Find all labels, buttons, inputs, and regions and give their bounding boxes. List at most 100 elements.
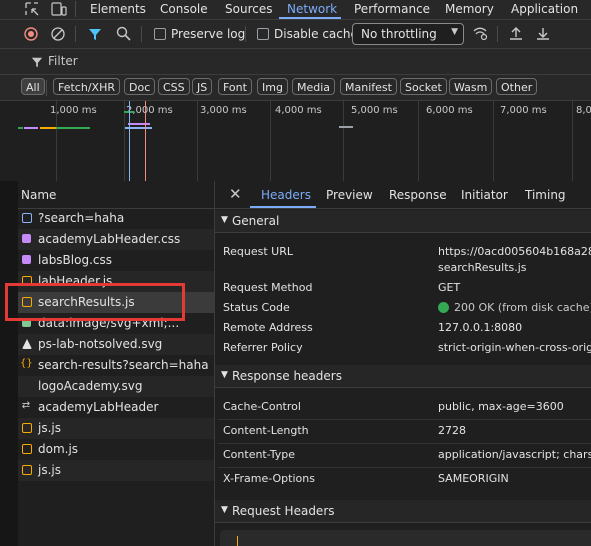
name-column-header[interactable]: Name — [18, 181, 214, 209]
request-headers-section-header[interactable]: ▼ Request Headers — [215, 500, 591, 523]
device-toolbar-icon[interactable] — [51, 2, 67, 16]
tick-label: 1,000 ms — [50, 105, 97, 116]
record-stop-icon[interactable] — [24, 27, 38, 41]
script-icon — [22, 465, 32, 475]
devtools-tab-bar: Elements Console Sources Network Perform… — [0, 0, 591, 20]
header-key: Content-Type — [223, 448, 295, 461]
chip-media[interactable]: Media — [292, 78, 336, 95]
chip-manifest[interactable]: Manifest — [340, 78, 397, 95]
chip-doc[interactable]: Doc — [124, 78, 156, 95]
inspect-element-icon[interactable] — [25, 2, 39, 16]
preserve-log-label[interactable]: Preserve log — [171, 27, 245, 41]
throttling-select[interactable]: No throttling ▼ — [352, 23, 464, 45]
disable-cache-checkbox[interactable] — [257, 28, 269, 40]
collapse-triangle-icon: ▼ — [221, 370, 228, 380]
tick-label: 4,000 ms — [275, 105, 322, 116]
waterfall-bar — [40, 127, 56, 129]
response-headers-section-header[interactable]: ▼ Response headers — [215, 365, 591, 388]
tab-sources[interactable]: Sources — [225, 2, 272, 16]
request-row[interactable]: ps-lab-notsolved.svg — [18, 334, 214, 355]
waterfall-bar — [18, 127, 23, 129]
general-section-header[interactable]: ▼ General — [215, 210, 591, 233]
network-conditions-icon[interactable] — [472, 26, 488, 41]
active-tab-indicator — [279, 17, 341, 19]
dom-content-loaded-line — [129, 101, 130, 181]
tab-memory[interactable]: Memory — [445, 2, 494, 16]
chip-img[interactable]: Img — [257, 78, 288, 95]
tick-label: 6,000 ms — [426, 105, 473, 116]
request-row[interactable]: js.js — [18, 460, 214, 481]
tab-elements[interactable]: Elements — [90, 2, 146, 16]
header-key: Remote Address — [223, 321, 313, 334]
export-har-icon[interactable] — [536, 26, 550, 41]
request-row[interactable]: labsBlog.css — [18, 250, 214, 271]
status-code-value: 200 OK (from disk cache) — [454, 301, 591, 314]
chip-all[interactable]: All — [21, 78, 45, 95]
header-value: 2728 — [438, 424, 466, 437]
import-har-icon[interactable] — [509, 26, 523, 41]
status-ok-icon — [438, 302, 449, 313]
section-title: Response headers — [232, 369, 342, 383]
tab-network[interactable]: Network — [287, 2, 337, 16]
stylesheet-icon — [22, 234, 31, 243]
tab-headers[interactable]: Headers — [261, 188, 311, 202]
clear-icon[interactable] — [51, 27, 65, 41]
filter-funnel-icon — [31, 57, 43, 68]
chip-socket[interactable]: Socket — [400, 78, 447, 95]
request-row[interactable]: ?search=haha — [18, 208, 214, 229]
resource-type-filters: All Fetch/XHR Doc CSS JS Font Img Media … — [0, 75, 591, 101]
filter-bar: Filter — [0, 49, 591, 75]
chip-font[interactable]: Font — [218, 78, 252, 95]
websocket-icon: ⇄ — [21, 400, 31, 411]
tab-performance[interactable]: Performance — [354, 2, 430, 16]
chip-other[interactable]: Other — [496, 78, 538, 95]
xhr-icon: {} — [20, 358, 33, 369]
chevron-down-icon: ▼ — [451, 27, 458, 37]
filter-icon[interactable] — [88, 27, 102, 41]
tab-application[interactable]: Application — [511, 2, 578, 16]
header-value: strict-origin-when-cross-orig — [438, 341, 591, 354]
annotation-highlight-box — [5, 283, 185, 321]
header-value: GET — [438, 281, 461, 294]
search-icon[interactable] — [116, 26, 131, 41]
request-row[interactable]: dom.js — [18, 439, 214, 460]
chip-css[interactable]: CSS — [158, 78, 190, 95]
disable-cache-label[interactable]: Disable cache — [274, 27, 358, 41]
tab-initiator[interactable]: Initiator — [461, 188, 508, 202]
name-header-label: Name — [21, 188, 57, 202]
request-row[interactable]: academyLabHeader.css — [18, 229, 214, 250]
header-key: X-Frame-Options — [223, 472, 315, 485]
request-row[interactable]: js.js — [18, 418, 214, 439]
request-headers-content — [220, 530, 591, 546]
tab-response[interactable]: Response — [389, 188, 447, 202]
section-title: Request Headers — [232, 504, 335, 518]
request-row[interactable]: {} search-results?search=haha — [18, 355, 214, 376]
request-name: labsBlog.css — [38, 253, 112, 267]
header-key: Content-Length — [223, 424, 309, 437]
tab-console[interactable]: Console — [160, 2, 208, 16]
tab-preview[interactable]: Preview — [326, 188, 373, 202]
tick-label: 5,000 ms — [351, 105, 398, 116]
preserve-log-checkbox[interactable] — [154, 28, 166, 40]
chip-fetch-xhr[interactable]: Fetch/XHR — [53, 78, 120, 95]
close-icon[interactable]: ✕ — [229, 185, 242, 203]
request-row[interactable]: logoAcademy.svg — [18, 376, 214, 397]
tick-label: 8,0 — [576, 105, 591, 116]
tab-timing[interactable]: Timing — [525, 188, 566, 202]
header-key: Referrer Policy — [223, 341, 303, 354]
request-name: dom.js — [38, 442, 79, 456]
request-row[interactable]: ⇄ academyLabHeader — [18, 397, 214, 418]
timeline-overview[interactable]: 1,000 ms 2,000 ms 3,000 ms 4,000 ms 5,00… — [0, 101, 591, 182]
tick-label: 3,000 ms — [200, 105, 247, 116]
active-detail-tab-indicator — [250, 206, 316, 208]
waterfall-bar — [339, 126, 353, 128]
chip-js[interactable]: JS — [192, 78, 213, 95]
text-cursor — [237, 536, 238, 546]
chip-wasm[interactable]: Wasm — [449, 78, 493, 95]
request-name: js.js — [38, 421, 61, 435]
header-key: Request URL — [223, 245, 294, 258]
document-icon — [22, 213, 32, 223]
filter-input[interactable]: Filter — [48, 54, 78, 68]
request-name: js.js — [38, 463, 61, 477]
waterfall-bar — [56, 127, 90, 129]
